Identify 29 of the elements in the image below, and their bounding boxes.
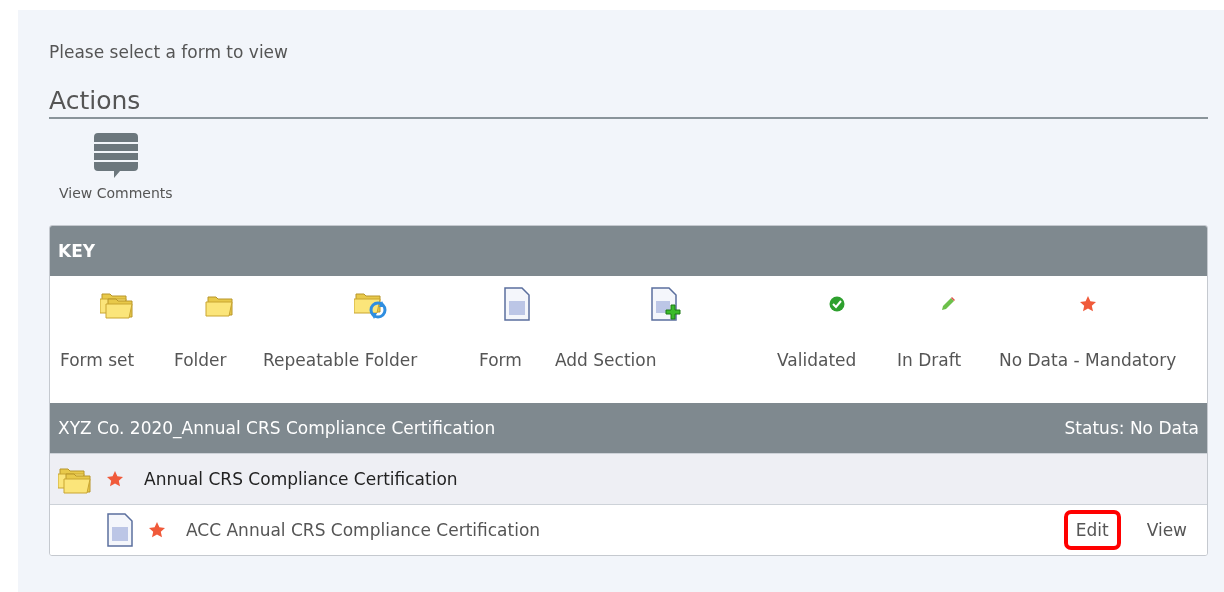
document-icon — [106, 513, 134, 547]
view-comments-button[interactable]: View Comments — [49, 133, 173, 201]
actions-heading: Actions — [49, 86, 1208, 119]
key-label: Validated — [777, 349, 857, 372]
key-label: Form set — [60, 349, 135, 372]
key-label: No Data - Mandatory — [999, 349, 1177, 372]
key-label: Add Section — [555, 349, 657, 372]
document-icon — [503, 287, 531, 321]
status-text: Status: No Data — [1064, 418, 1199, 438]
check-circle-icon — [829, 296, 845, 312]
tree-row[interactable]: Annual CRS Compliance Certification — [50, 453, 1207, 504]
tree-row[interactable]: ACC Annual CRS Compliance Certification Edit View — [50, 504, 1207, 555]
star-icon — [106, 470, 124, 488]
key-title: KEY — [58, 241, 96, 261]
speech-bubble-icon — [93, 133, 138, 179]
row-link[interactable]: Edit — [1063, 510, 1121, 550]
instruction-text: Please select a form to view — [49, 42, 289, 62]
document-plus-icon — [650, 287, 682, 321]
key-label: In Draft — [897, 349, 962, 372]
key-label: Form — [479, 349, 522, 372]
key-label: Folder — [174, 349, 227, 372]
row-title: Annual CRS Compliance Certification — [144, 469, 459, 489]
form-set-title: XYZ Co. 2020_Annual CRS Compliance Certification — [58, 418, 496, 438]
row-title: ACC Annual CRS Compliance Certification — [186, 520, 542, 540]
star-icon — [1078, 295, 1097, 313]
pencil-icon — [940, 296, 956, 312]
row-link[interactable]: View — [1134, 510, 1199, 550]
star-icon — [148, 521, 166, 539]
key-label: Repeatable Folder — [263, 349, 418, 372]
